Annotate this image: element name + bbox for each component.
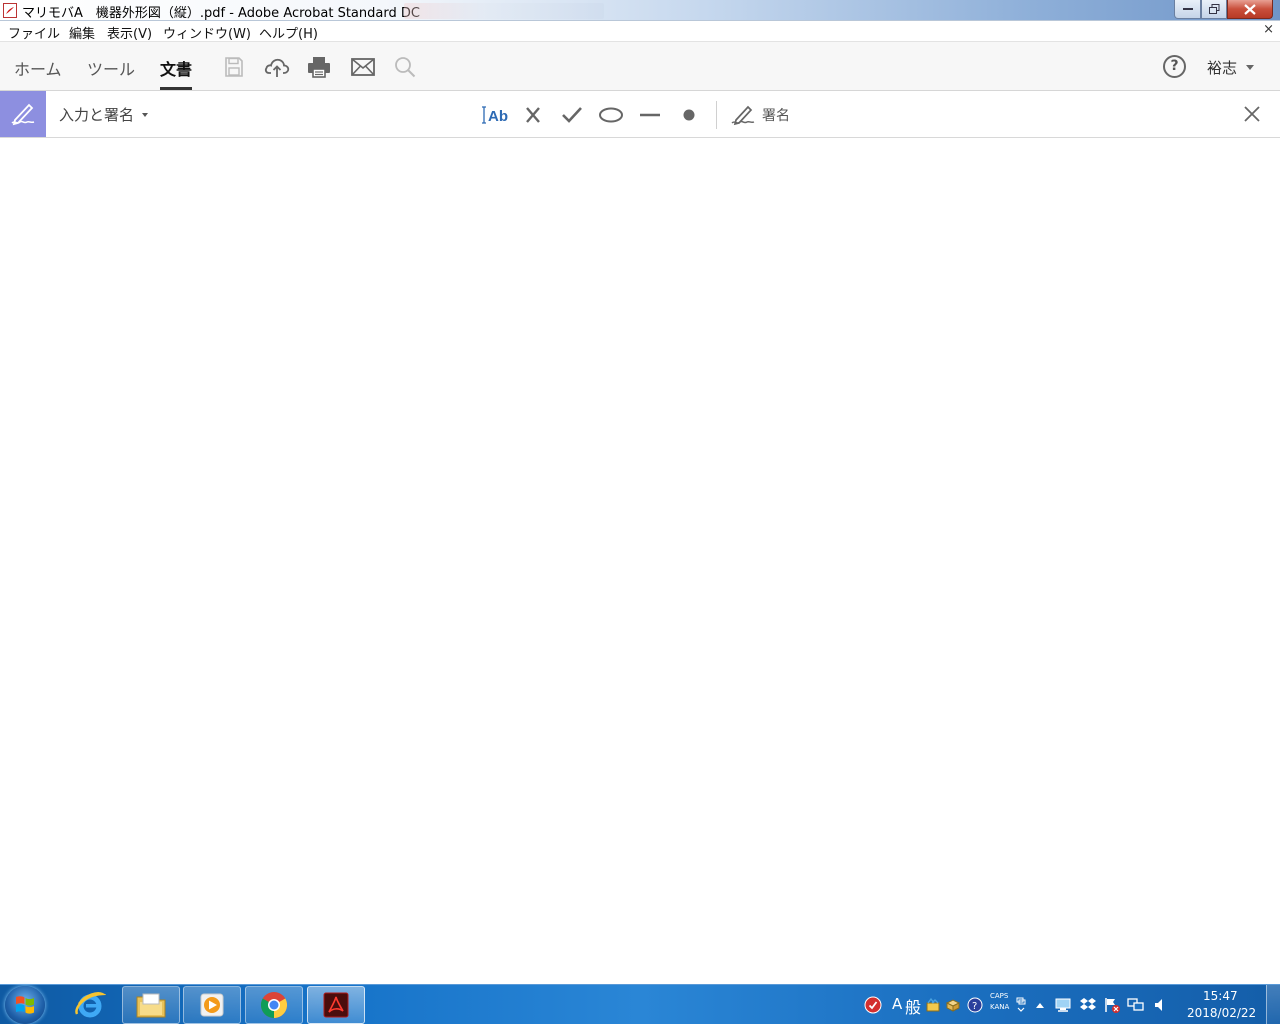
background-window-tab: [404, 3, 604, 19]
toolbar-separator: [716, 101, 717, 129]
ime-help-icon[interactable]: ?: [965, 986, 985, 1024]
volume-icon[interactable]: [1150, 986, 1170, 1024]
sign-button[interactable]: 署名: [762, 105, 790, 125]
tab-home[interactable]: ホーム: [14, 56, 62, 80]
active-tab-indicator: [160, 87, 192, 90]
minimize-button[interactable]: [1174, 0, 1201, 19]
menu-window[interactable]: ウィンドウ(W): [163, 23, 251, 42]
menu-help[interactable]: ヘルプ(H): [259, 23, 318, 42]
fill-sign-title[interactable]: 入力と署名: [59, 104, 134, 125]
show-hidden-icons-icon[interactable]: [1032, 986, 1048, 1024]
ime-kanji-indicator[interactable]: 般: [905, 994, 921, 1018]
caps-kana-indicator: CAPS KANA: [990, 991, 1009, 1013]
menu-bar: ファイル 編集 表示(V) ウィンドウ(W) ヘルプ(H) ×: [0, 21, 1280, 42]
email-icon[interactable]: [350, 54, 376, 80]
line-icon[interactable]: [636, 101, 664, 129]
user-account-name[interactable]: 裕志: [1207, 57, 1237, 78]
main-toolbar: ホーム ツール 文書 ? 裕志: [0, 42, 1280, 91]
ime-options-icon[interactable]: [1013, 986, 1029, 1024]
chevron-down-icon[interactable]: [142, 113, 148, 117]
menu-edit[interactable]: 編集: [69, 23, 95, 42]
close-document-button[interactable]: ×: [1263, 22, 1274, 37]
caps-indicator: CAPS: [990, 992, 1009, 1000]
signature-pen-icon[interactable]: [729, 101, 757, 129]
windows-taskbar: A 般 ? CAPS KANA 15:47 2018/02/22: [0, 984, 1280, 1024]
save-icon[interactable]: [221, 54, 247, 80]
show-desktop-button[interactable]: [1266, 985, 1280, 1024]
window-title: マリモバA 機器外形図（縦）.pdf - Adobe Acrobat Stand…: [22, 6, 420, 21]
clock-time[interactable]: 15:47: [1203, 989, 1238, 1003]
search-icon[interactable]: [392, 54, 418, 80]
acrobat-icon[interactable]: [307, 986, 365, 1024]
svg-text:?: ?: [972, 1001, 977, 1012]
tab-document[interactable]: 文書: [160, 56, 192, 80]
chevron-down-icon[interactable]: [1246, 65, 1254, 70]
menu-view[interactable]: 表示(V): [107, 23, 152, 42]
acrobat-app-icon: [3, 3, 17, 18]
document-view[interactable]: [0, 138, 1280, 984]
menu-file[interactable]: ファイル: [8, 23, 60, 42]
restore-button[interactable]: [1201, 0, 1227, 19]
ime-dictionary-icon[interactable]: [943, 986, 963, 1024]
title-bar: マリモバA 機器外形図（縦）.pdf - Adobe Acrobat Stand…: [0, 0, 1280, 21]
security-tray-icon[interactable]: [862, 986, 884, 1024]
start-button[interactable]: [5, 986, 45, 1024]
file-explorer-icon[interactable]: [122, 986, 180, 1024]
text-tool-label: Ab: [488, 108, 508, 125]
checkmark-icon[interactable]: [558, 101, 586, 129]
ime-mode-indicator[interactable]: A: [892, 995, 902, 1013]
kana-indicator: KANA: [990, 1003, 1010, 1011]
fill-sign-pen-icon: [0, 91, 46, 137]
media-player-icon[interactable]: [183, 986, 241, 1024]
fill-and-sign-toolbar: 入力と署名 Ab 署名: [0, 91, 1280, 138]
network-share-icon[interactable]: [1053, 986, 1073, 1024]
close-icon[interactable]: [1241, 103, 1263, 125]
close-window-button[interactable]: [1227, 0, 1273, 19]
clock-date[interactable]: 2018/02/22: [1187, 1006, 1256, 1020]
print-icon[interactable]: [306, 54, 332, 80]
upload-cloud-icon[interactable]: [264, 54, 290, 80]
tab-tools[interactable]: ツール: [87, 56, 135, 80]
help-button[interactable]: ?: [1163, 55, 1186, 78]
cross-mark-icon[interactable]: [519, 101, 547, 129]
text-field-icon[interactable]: Ab: [480, 101, 510, 129]
dot-icon[interactable]: [675, 101, 703, 129]
internet-explorer-icon[interactable]: [61, 986, 119, 1024]
ime-tool-icon[interactable]: [923, 986, 943, 1024]
chrome-icon[interactable]: [245, 986, 303, 1024]
action-center-flag-icon[interactable]: [1102, 986, 1122, 1024]
ellipse-icon[interactable]: [597, 101, 625, 129]
dropbox-icon[interactable]: [1078, 986, 1098, 1024]
network-icon[interactable]: [1126, 986, 1146, 1024]
